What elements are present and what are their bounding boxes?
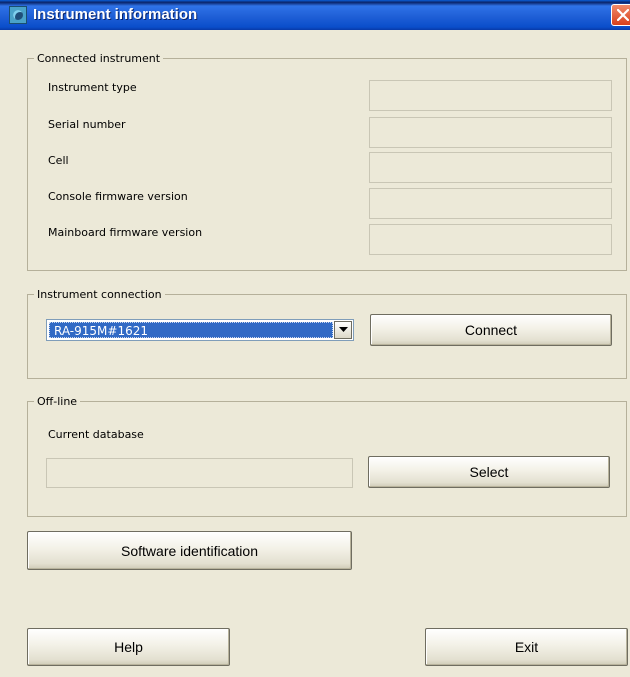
instrument-select[interactable]: RA-915M#1621 [46,319,354,341]
mainboard-firmware-version-label: Mainboard firmware version [48,226,203,239]
instrument-type-label: Instrument type [48,81,137,94]
help-button[interactable]: Help [27,628,230,666]
instrument-information-window: Instrument information Connected instrum… [0,0,630,677]
current-database-label: Current database [48,428,144,441]
connect-button[interactable]: Connect [370,314,612,346]
current-database-field [46,458,353,488]
serial-number-label: Serial number [48,118,126,131]
offline-legend: Off-line [37,395,78,408]
app-icon [9,6,27,24]
window-title: Instrument information [33,6,198,23]
connected-instrument-legend: Connected instrument [37,52,161,65]
exit-button[interactable]: Exit [425,628,628,666]
cell-field [369,152,612,183]
close-button[interactable] [611,4,630,26]
software-identification-button[interactable]: Software identification [27,531,352,570]
title-bar[interactable]: Instrument information [0,0,630,30]
close-icon [617,9,629,21]
instrument-type-field [369,80,612,111]
console-firmware-version-label: Console firmware version [48,190,188,203]
console-firmware-version-field [369,188,612,219]
cell-label: Cell [48,154,69,167]
select-database-button[interactable]: Select [368,456,610,488]
instrument-connection-legend: Instrument connection [37,288,162,301]
instrument-select-value: RA-915M#1621 [49,322,333,338]
chevron-down-icon [339,327,348,332]
serial-number-field [369,117,612,148]
mainboard-firmware-version-field [369,224,612,255]
instrument-select-dropdown-button[interactable] [334,321,352,339]
